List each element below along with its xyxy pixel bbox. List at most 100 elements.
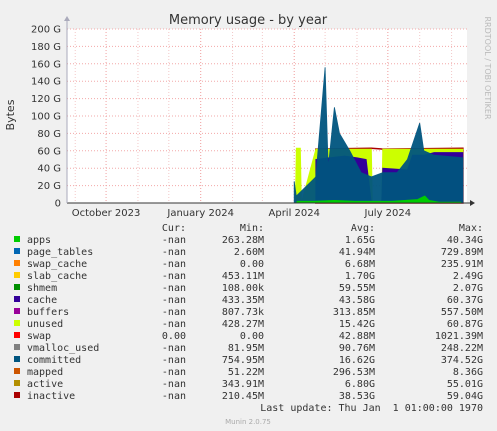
legend-header: Min:	[240, 223, 264, 234]
legend-swatch	[14, 368, 20, 374]
legend-value: 807.73k	[222, 307, 264, 318]
legend-swatch	[14, 380, 20, 386]
legend-swatch	[14, 356, 20, 362]
legend-value: 1.65G	[345, 235, 375, 246]
y-tick-label: 140 G	[31, 77, 61, 88]
y-tick-label: 80 G	[37, 129, 61, 140]
legend-value: 729.89M	[441, 247, 483, 258]
legend-name: active	[27, 379, 63, 390]
legend-swatch	[14, 332, 20, 338]
legend-value: -nan	[162, 283, 186, 294]
legend-value: 2.07G	[453, 283, 483, 294]
legend-value: 754.95M	[222, 355, 264, 366]
legend-value: 6.68M	[345, 259, 375, 270]
legend-value: 433.35M	[222, 295, 264, 306]
legend-name: swap	[27, 331, 51, 342]
legend-name: mapped	[27, 367, 63, 378]
legend-swatch	[14, 272, 20, 278]
legend-swatch	[14, 284, 20, 290]
legend-value: -nan	[162, 307, 186, 318]
legend-value: 8.36G	[453, 367, 483, 378]
legend-name: vmalloc_used	[27, 343, 99, 354]
legend-value: 15.42G	[339, 319, 375, 330]
legend-value: -nan	[162, 271, 186, 282]
legend-value: -nan	[162, 247, 186, 258]
legend-value: 343.91M	[222, 379, 264, 390]
legend-name: inactive	[27, 391, 75, 402]
legend-value: 55.01G	[447, 379, 483, 390]
legend-value: 108.00k	[222, 283, 264, 294]
legend-value: 235.91M	[441, 259, 483, 270]
legend-value: 453.11M	[222, 271, 264, 282]
legend-swatch	[14, 296, 20, 302]
last-update: Last update: Thu Jan 1 01:00:00 1970	[260, 403, 483, 414]
legend-value: 1.70G	[345, 271, 375, 282]
legend-value: -nan	[162, 259, 186, 270]
y-tick-label: 20 G	[37, 181, 61, 192]
y-axis-label: Bytes	[4, 99, 17, 130]
munin-version: Munin 2.0.75	[225, 418, 271, 426]
legend-value: -nan	[162, 355, 186, 366]
rrdtool-credit: RRDTOOL / TOBI OETIKER	[483, 16, 492, 119]
legend-name: apps	[27, 235, 51, 246]
legend-value: 51.22M	[228, 367, 264, 378]
legend-value: 16.62G	[339, 355, 375, 366]
legend-value: 40.34G	[447, 235, 483, 246]
legend-value: -nan	[162, 367, 186, 378]
legend-swatch	[14, 308, 20, 314]
legend-swatch	[14, 248, 20, 254]
legend-value: 42.88M	[339, 331, 375, 342]
legend-name: slab_cache	[27, 271, 87, 282]
y-tick-label: 180 G	[31, 42, 61, 53]
legend-value: 0.00	[240, 331, 264, 342]
legend-value: -nan	[162, 391, 186, 402]
legend-value: -nan	[162, 295, 186, 306]
y-tick-label: 200 G	[31, 25, 61, 36]
legend-value: 60.87G	[447, 319, 483, 330]
legend: Cur: Min: Avg: Max: apps -nan 263.28M 1.65G 40.3…	[14, 223, 483, 402]
y-tick-label: 40 G	[37, 164, 61, 175]
x-tick-label: January 2024	[166, 208, 234, 219]
y-tick-label: 160 G	[31, 59, 61, 70]
y-tick-label: 60 G	[37, 146, 61, 157]
legend-swatch	[14, 260, 20, 266]
legend-swatch	[14, 320, 20, 326]
x-tick-label: April 2024	[269, 208, 320, 219]
legend-name: cache	[27, 295, 57, 306]
legend-value: 210.45M	[222, 391, 264, 402]
legend-value: 60.37G	[447, 295, 483, 306]
y-axis-arrow	[64, 16, 70, 21]
legend-value: 428.27M	[222, 319, 264, 330]
legend-name: unused	[27, 319, 63, 330]
legend-value: 0.00	[240, 259, 264, 270]
y-tick-label: 120 G	[31, 94, 61, 105]
legend-swatch	[14, 344, 20, 350]
legend-value: -nan	[162, 319, 186, 330]
legend-swatch	[14, 392, 20, 398]
legend-value: 90.76M	[339, 343, 375, 354]
legend-header: Avg:	[351, 223, 375, 234]
legend-name: buffers	[27, 307, 69, 318]
legend-name: committed	[27, 355, 81, 366]
legend-header: Cur:	[162, 223, 186, 234]
x-tick-label: July 2024	[364, 208, 412, 219]
munin-graph: Memory usage - by year Bytes RRDTOOL / T…	[0, 0, 497, 431]
legend-value: 2.60M	[234, 247, 264, 258]
legend-value: 6.80G	[345, 379, 375, 390]
y-tick-label: 100 G	[31, 112, 61, 123]
legend-value: -nan	[162, 343, 186, 354]
legend-value: 1021.39M	[435, 331, 483, 342]
legend-value: 41.94M	[339, 247, 375, 258]
x-axis-arrow	[470, 200, 475, 206]
y-tick-label: 0	[55, 199, 61, 210]
legend-value: 296.53M	[333, 367, 375, 378]
legend-name: shmem	[27, 283, 57, 294]
legend-value: 59.55M	[339, 283, 375, 294]
legend-value: 0.00	[162, 331, 186, 342]
legend-value: 43.58G	[339, 295, 375, 306]
legend-value: 557.50M	[441, 307, 483, 318]
legend-swatch	[14, 236, 20, 242]
legend-name: page_tables	[27, 247, 93, 258]
legend-value: 81.95M	[228, 343, 264, 354]
legend-header: Max:	[459, 223, 483, 234]
